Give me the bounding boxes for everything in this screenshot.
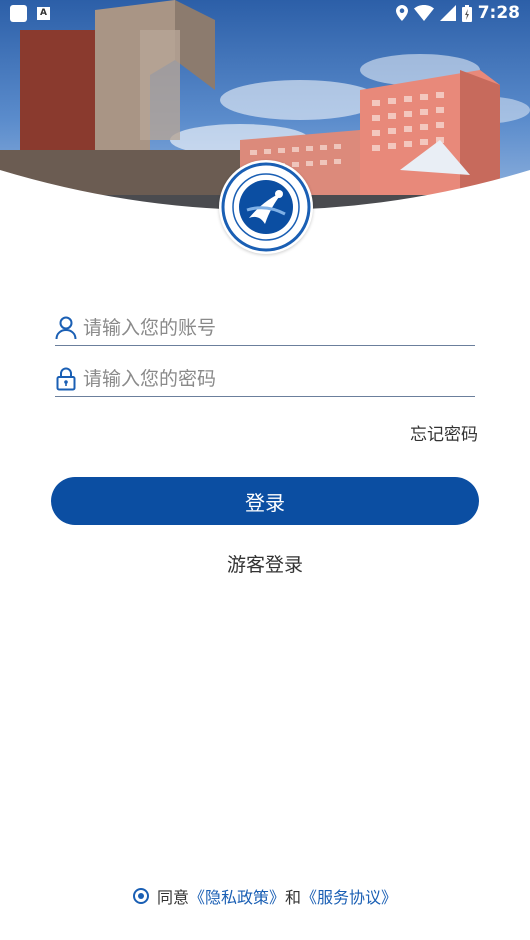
agree-prefix: 同意 xyxy=(156,888,189,907)
school-logo xyxy=(219,160,313,254)
password-input[interactable] xyxy=(83,368,463,390)
guest-login-link[interactable]: 游客登录 xyxy=(0,550,530,577)
account-field[interactable] xyxy=(55,311,475,346)
status-bar: A 7:28 xyxy=(0,0,530,28)
status-time: 7:28 xyxy=(477,3,520,23)
guest-login-label[interactable]: 游客登录 xyxy=(227,554,303,576)
agree-and: 和 xyxy=(285,888,302,907)
agree-radio[interactable] xyxy=(132,888,149,904)
user-icon xyxy=(55,315,77,341)
privacy-policy-link[interactable]: 《隐私政策》 xyxy=(189,884,285,908)
agreement-row: 同意 《隐私政策》 和 《服务协议》 xyxy=(0,884,530,908)
login-button[interactable]: 登录 xyxy=(51,477,479,525)
account-input[interactable] xyxy=(83,317,463,339)
password-field[interactable] xyxy=(55,362,475,397)
service-agreement-link[interactable]: 《服务协议》 xyxy=(301,884,397,908)
lock-icon xyxy=(55,366,77,392)
cellular-signal-icon xyxy=(439,5,456,21)
location-icon xyxy=(395,5,408,21)
wifi-icon xyxy=(413,5,434,21)
notification-square-icon xyxy=(10,5,27,22)
school-emblem-icon xyxy=(221,162,311,252)
forgot-password-link[interactable]: 忘记密码 xyxy=(410,420,478,445)
battery-icon xyxy=(461,4,472,22)
notification-a-icon: A xyxy=(37,7,50,20)
